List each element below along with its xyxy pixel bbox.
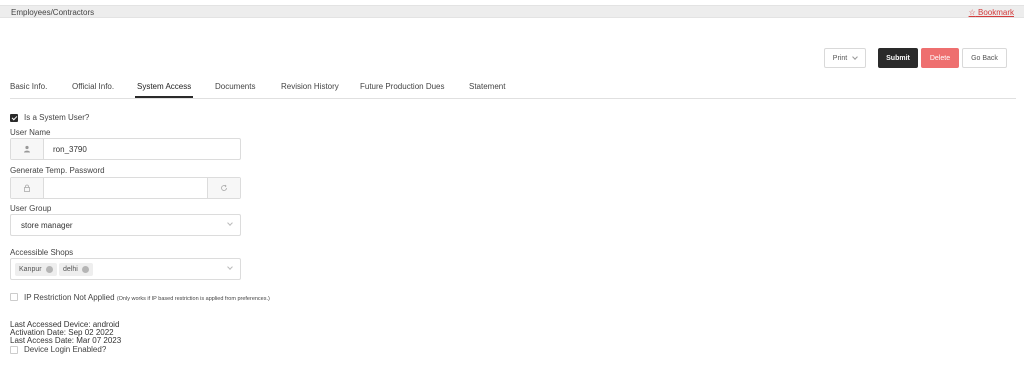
user-name-value: ron_3790 bbox=[53, 145, 87, 154]
shop-tag-delhi[interactable]: delhi bbox=[59, 263, 93, 276]
shop-tag-label: delhi bbox=[63, 266, 78, 273]
bookmark-label: Bookmark bbox=[977, 8, 1014, 17]
tab-bar: Basic Info. Official Info. System Access… bbox=[10, 80, 1016, 99]
breadcrumb: Employees/Contractors bbox=[11, 8, 95, 17]
star-icon: ☆ bbox=[968, 8, 976, 17]
tab-future-production-dues[interactable]: Future Production Dues bbox=[360, 82, 445, 91]
submit-button[interactable]: Submit bbox=[878, 48, 918, 68]
shop-tag-kanpur[interactable]: Kanpur bbox=[15, 263, 57, 276]
accessible-shops-label: Accessible Shops bbox=[10, 248, 74, 257]
accessible-shops-select[interactable]: Kanpur delhi bbox=[10, 258, 241, 280]
tab-documents[interactable]: Documents bbox=[215, 82, 255, 91]
system-user-label: Is a System User? bbox=[24, 113, 90, 122]
device-login-label: Device Login Enabled? bbox=[24, 345, 107, 354]
ip-restriction-note: (Only works if IP based restriction is a… bbox=[116, 296, 270, 302]
remove-tag-icon[interactable] bbox=[45, 266, 53, 273]
remove-tag-icon[interactable] bbox=[81, 266, 89, 273]
chevron-down-icon bbox=[852, 54, 859, 60]
tab-basic-info[interactable]: Basic Info. bbox=[10, 82, 47, 91]
user-group-select[interactable]: store manager bbox=[10, 214, 241, 236]
chevron-down-icon bbox=[227, 264, 233, 270]
ip-restriction-label: IP Restriction Not Applied (Only works i… bbox=[24, 293, 270, 302]
print-button[interactable]: Print bbox=[824, 48, 866, 68]
tab-official-info[interactable]: Official Info. bbox=[72, 82, 114, 91]
breadcrumb-bar: Employees/Contractors ☆ Bookmark bbox=[0, 5, 1024, 18]
system-user-checkbox[interactable] bbox=[10, 114, 18, 122]
ip-restriction-checkbox[interactable] bbox=[10, 293, 18, 301]
temp-password-field[interactable] bbox=[10, 177, 241, 199]
tab-statement[interactable]: Statement bbox=[469, 82, 505, 91]
refresh-icon[interactable] bbox=[207, 178, 240, 198]
user-group-label: User Group bbox=[10, 204, 52, 213]
last-access-date: Last Access Date: Mar 07 2023 bbox=[10, 336, 122, 345]
temp-password-label: Generate Temp. Password bbox=[10, 166, 105, 175]
device-login-checkbox[interactable] bbox=[10, 346, 18, 354]
tab-revision-history[interactable]: Revision History bbox=[281, 82, 339, 91]
go-back-button[interactable]: Go Back bbox=[962, 48, 1007, 68]
print-label: Print bbox=[832, 54, 848, 62]
shop-tag-label: Kanpur bbox=[19, 266, 42, 273]
ip-restriction-text: IP Restriction Not Applied bbox=[24, 293, 115, 302]
chevron-down-icon bbox=[227, 220, 233, 226]
user-name-field[interactable]: ron_3790 bbox=[10, 138, 241, 160]
user-icon bbox=[11, 139, 44, 159]
tab-system-access[interactable]: System Access bbox=[134, 82, 194, 98]
bookmark-link[interactable]: ☆ Bookmark bbox=[969, 8, 1014, 17]
user-name-label: User Name bbox=[10, 128, 51, 137]
delete-button[interactable]: Delete bbox=[921, 48, 959, 68]
lock-icon bbox=[11, 178, 44, 198]
user-group-value: store manager bbox=[21, 221, 73, 230]
